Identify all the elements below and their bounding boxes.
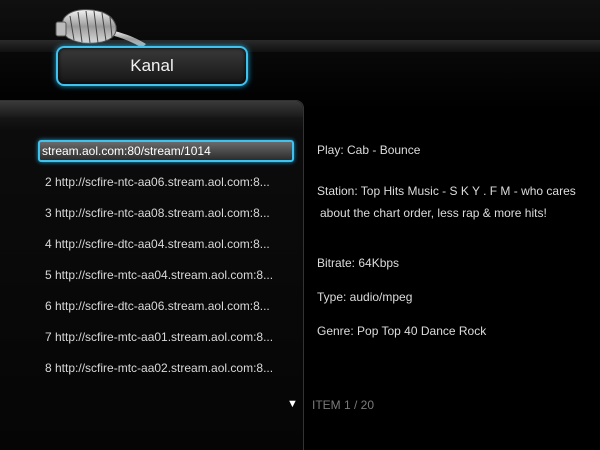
list-item[interactable]: 6 http://scfire-dtc-aa06.stream.aol.com:… [38, 295, 274, 317]
now-playing: Play: Cab - Bounce [317, 143, 421, 157]
list-item[interactable]: stream.aol.com:80/stream/1014 [38, 140, 294, 162]
list-item[interactable]: 3 http://scfire-ntc-aa08.stream.aol.com:… [38, 202, 274, 224]
item-counter: ITEM 1 / 20 [312, 398, 375, 412]
list-item[interactable]: 8 http://scfire-mtc-aa02.stream.aol.com:… [38, 357, 274, 379]
bitrate: Bitrate: 64Kbps [317, 256, 400, 270]
stream-type: Type: audio/mpeg [317, 290, 413, 304]
list-item[interactable]: 5 http://scfire-mtc-aa04.stream.aol.com:… [38, 264, 274, 286]
station-line-1: Station: Top Hits Music - S K Y . F M - … [317, 184, 576, 198]
scroll-down-icon[interactable]: ▼ [287, 398, 298, 410]
page-title: Kanal [56, 46, 248, 86]
genre: Genre: Pop Top 40 Dance Rock [317, 324, 487, 338]
list-item[interactable]: 2 http://scfire-ntc-aa06.stream.aol.com:… [38, 171, 274, 193]
list-item[interactable]: 4 http://scfire-dtc-aa04.stream.aol.com:… [38, 233, 274, 255]
station-line-2: about the chart order, less rap & more h… [320, 206, 547, 220]
list-item[interactable]: 7 http://scfire-mtc-aa01.stream.aol.com:… [38, 326, 274, 348]
